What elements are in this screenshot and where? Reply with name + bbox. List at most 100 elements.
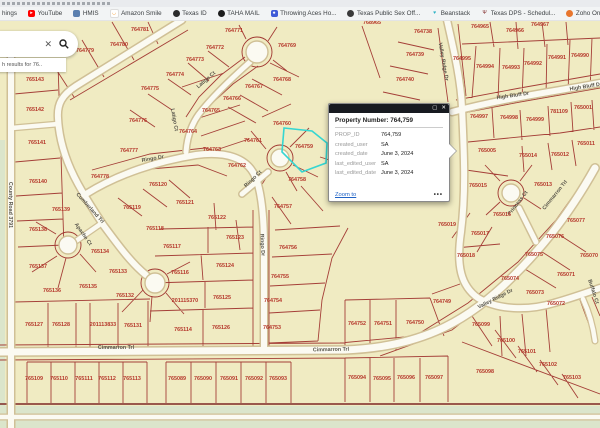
parcel-label-765070[interactable]: 765070 xyxy=(580,253,598,259)
search-suggestion[interactable]: h results for 76.. xyxy=(0,58,66,72)
parcel-label-764764[interactable]: 764764 xyxy=(179,129,197,135)
parcel-label-765095[interactable]: 765095 xyxy=(373,376,391,382)
parcel-label-765121[interactable]: 765121 xyxy=(176,200,194,206)
parcel-label-764993[interactable]: 764993 xyxy=(502,65,520,71)
parcel-label-764769[interactable]: 764769 xyxy=(278,43,296,49)
parcel-label-765133[interactable]: 765133 xyxy=(109,269,127,275)
parcel-label-764771[interactable]: 764771 xyxy=(225,28,243,34)
popup-more-button[interactable]: ••• xyxy=(434,192,443,198)
parcel-label-765073[interactable]: 765073 xyxy=(526,290,544,296)
parcel-label-765097[interactable]: 765097 xyxy=(425,375,443,381)
parcel-label-765124[interactable]: 765124 xyxy=(216,263,234,269)
bookmark-throwing-aces[interactable]: ♠Throwing Aces Ho... xyxy=(271,10,337,17)
parcel-label-765120[interactable]: 765120 xyxy=(149,182,167,188)
parcel-label-765127[interactable]: 765127 xyxy=(25,322,43,328)
parcel-label-764777[interactable]: 764777 xyxy=(120,148,138,154)
parcel-label-765100[interactable]: 765100 xyxy=(497,338,515,344)
parcel-label-765011[interactable]: 765011 xyxy=(577,141,595,147)
parcel-label-765110[interactable]: 765110 xyxy=(50,376,68,382)
parcel-label-781109[interactable]: 781109 xyxy=(550,109,568,115)
parcel-label-765094[interactable]: 765094 xyxy=(348,375,366,381)
parcel-label-764965[interactable]: 764965 xyxy=(471,24,489,30)
parcel-label-764763[interactable]: 764763 xyxy=(203,147,221,153)
parcel-label-765117[interactable]: 765117 xyxy=(163,244,181,250)
parcel-label-764997[interactable]: 764997 xyxy=(470,114,488,120)
parcel-label-765076[interactable]: 765076 xyxy=(546,234,564,240)
parcel-label-765017[interactable]: 765017 xyxy=(471,231,489,237)
parcel-label-765123[interactable]: 765123 xyxy=(226,235,244,241)
parcel-label-765001[interactable]: 765001 xyxy=(574,105,592,111)
parcel-label-765138[interactable]: 765138 xyxy=(29,227,47,233)
parcel-label-765093[interactable]: 765093 xyxy=(269,376,287,382)
parcel-label-765092[interactable]: 765092 xyxy=(245,376,263,382)
parcel-label-765072[interactable]: 765072 xyxy=(547,301,565,307)
parcel-label-765016[interactable]: 765016 xyxy=(493,212,511,218)
parcel-label-765131[interactable]: 765131 xyxy=(124,323,142,329)
parcel-label-765142[interactable]: 765142 xyxy=(26,107,44,113)
parcel-label-765091[interactable]: 765091 xyxy=(220,376,238,382)
parcel-label-765071[interactable]: 765071 xyxy=(557,272,575,278)
parcel-label-764966[interactable]: 764966 xyxy=(506,28,524,34)
bookmark-texas-dps[interactable]: ΨTexas DPS - Schedul... xyxy=(481,10,555,17)
parcel-label-764761[interactable]: 764761 xyxy=(244,138,262,144)
parcel-label-765114[interactable]: 765114 xyxy=(174,327,192,333)
parcel-label-764757[interactable]: 764757 xyxy=(274,204,292,210)
parcel-label-201113833[interactable]: 201113833 xyxy=(90,322,116,328)
parcel-label-764992[interactable]: 764992 xyxy=(524,61,542,67)
parcel-label-764772[interactable]: 764772 xyxy=(206,45,224,51)
clear-search-icon[interactable]: ✕ xyxy=(44,40,52,49)
dock-icon[interactable]: ▢ xyxy=(432,104,437,113)
parcel-label-764774[interactable]: 764774 xyxy=(166,72,184,78)
parcel-label-765019[interactable]: 765019 xyxy=(438,222,456,228)
parcel-label-764760[interactable]: 764760 xyxy=(273,121,291,127)
parcel-label-764750[interactable]: 764750 xyxy=(406,320,424,326)
parcel-label-764756[interactable]: 764756 xyxy=(279,245,297,251)
parcel-label-764779[interactable]: 764779 xyxy=(76,48,94,54)
zoom-to-link[interactable]: Zoom to xyxy=(335,192,356,198)
parcel-label-764767[interactable]: 764767 xyxy=(245,84,263,90)
parcel-label-764999[interactable]: 764999 xyxy=(526,117,544,123)
bookmark-beanstack[interactable]: ♥Beanstack xyxy=(431,10,470,17)
bookmark-texas-public[interactable]: Texas Public Sex Off... xyxy=(347,10,420,17)
bookmark-texas-id[interactable]: Texas ID xyxy=(173,10,207,17)
parcel-label-764766[interactable]: 764766 xyxy=(223,96,241,102)
parcel-label-765136[interactable]: 765136 xyxy=(43,288,61,294)
parcel-label-764739[interactable]: 764739 xyxy=(406,52,424,58)
parcel-label-764749[interactable]: 764749 xyxy=(433,299,451,305)
parcel-label-764991[interactable]: 764991 xyxy=(548,55,566,61)
parcel-label-765118[interactable]: 765118 xyxy=(146,226,164,232)
parcel-label-765125[interactable]: 765125 xyxy=(213,295,231,301)
parcel-label-764994[interactable]: 764994 xyxy=(476,64,494,70)
parcel-label-765005[interactable]: 765005 xyxy=(478,148,496,154)
parcel-label-764765[interactable]: 764765 xyxy=(202,108,220,114)
parcel-label-764740[interactable]: 764740 xyxy=(396,77,414,83)
parcel-label-764751[interactable]: 764751 xyxy=(374,321,392,327)
parcel-label-765075[interactable]: 765075 xyxy=(525,252,543,258)
parcel-label-765103[interactable]: 765103 xyxy=(563,375,581,381)
parcel-label-765132[interactable]: 765132 xyxy=(116,293,134,299)
close-icon[interactable]: ✕ xyxy=(441,104,446,113)
parcel-label-764995[interactable]: 764995 xyxy=(453,56,471,62)
parcel-label-765014[interactable]: 765014 xyxy=(519,153,537,159)
parcel-label-764778[interactable]: 764778 xyxy=(91,174,109,180)
parcel-label-765122[interactable]: 765122 xyxy=(208,215,226,221)
search-icon[interactable] xyxy=(59,39,69,49)
parcel-label-764759[interactable]: 764759 xyxy=(295,144,313,150)
parcel-label-765090[interactable]: 765090 xyxy=(194,376,212,382)
parcel-label-764753[interactable]: 764753 xyxy=(263,325,281,331)
parcel-label-765135[interactable]: 765135 xyxy=(79,284,97,290)
parcel-label-765139[interactable]: 765139 xyxy=(52,207,70,213)
parcel-label-764762[interactable]: 764762 xyxy=(228,163,246,169)
bookmark-amazon-smile[interactable]: ◡Amazon Smile xyxy=(110,9,162,18)
parcel-label-764773[interactable]: 764773 xyxy=(186,57,204,63)
parcel-label-765112[interactable]: 765112 xyxy=(98,376,116,382)
parcel-label-764967[interactable]: 764967 xyxy=(531,22,549,28)
parcel-label-764738[interactable]: 764738 xyxy=(414,29,432,35)
parcel-label-764768[interactable]: 764768 xyxy=(273,77,291,83)
map-search-box[interactable]: ✕ xyxy=(0,31,78,57)
parcel-label-765141[interactable]: 765141 xyxy=(28,140,46,146)
bookmark-bookmark[interactable]: hings xyxy=(2,10,17,17)
parcel-label-765111[interactable]: 765111 xyxy=(75,376,92,382)
parcel-label-764752[interactable]: 764752 xyxy=(348,321,366,327)
parcel-label-764781[interactable]: 764781 xyxy=(131,27,149,33)
